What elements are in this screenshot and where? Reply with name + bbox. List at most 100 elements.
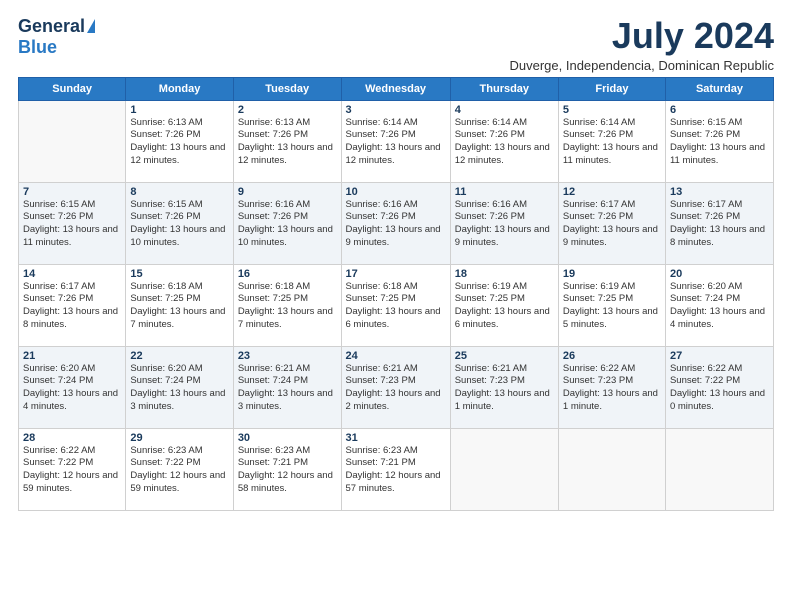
table-row: 31Sunrise: 6:23 AM Sunset: 7:21 PM Dayli… xyxy=(341,428,450,510)
logo-blue-text: Blue xyxy=(18,37,57,58)
day-info: Sunrise: 6:19 AM Sunset: 7:25 PM Dayligh… xyxy=(455,281,554,332)
day-info: Sunrise: 6:15 AM Sunset: 7:26 PM Dayligh… xyxy=(670,117,769,168)
day-number: 19 xyxy=(563,268,661,280)
location-subtitle: Duverge, Independencia, Dominican Republ… xyxy=(510,58,775,73)
col-sunday: Sunday xyxy=(19,77,126,100)
day-info: Sunrise: 6:13 AM Sunset: 7:26 PM Dayligh… xyxy=(238,117,337,168)
calendar-table: Sunday Monday Tuesday Wednesday Thursday… xyxy=(18,77,774,511)
day-number: 21 xyxy=(23,350,121,362)
day-info: Sunrise: 6:17 AM Sunset: 7:26 PM Dayligh… xyxy=(23,281,121,332)
table-row: 7Sunrise: 6:15 AM Sunset: 7:26 PM Daylig… xyxy=(19,182,126,264)
day-number: 16 xyxy=(238,268,337,280)
day-info: Sunrise: 6:22 AM Sunset: 7:22 PM Dayligh… xyxy=(23,445,121,496)
day-info: Sunrise: 6:21 AM Sunset: 7:23 PM Dayligh… xyxy=(455,363,554,414)
table-row: 18Sunrise: 6:19 AM Sunset: 7:25 PM Dayli… xyxy=(450,264,558,346)
table-row: 2Sunrise: 6:13 AM Sunset: 7:26 PM Daylig… xyxy=(233,100,341,182)
day-info: Sunrise: 6:21 AM Sunset: 7:23 PM Dayligh… xyxy=(346,363,446,414)
month-title: July 2024 xyxy=(510,16,775,56)
day-number: 18 xyxy=(455,268,554,280)
table-row: 23Sunrise: 6:21 AM Sunset: 7:24 PM Dayli… xyxy=(233,346,341,428)
calendar-week-row: 7Sunrise: 6:15 AM Sunset: 7:26 PM Daylig… xyxy=(19,182,774,264)
table-row: 12Sunrise: 6:17 AM Sunset: 7:26 PM Dayli… xyxy=(558,182,665,264)
table-row: 9Sunrise: 6:16 AM Sunset: 7:26 PM Daylig… xyxy=(233,182,341,264)
day-info: Sunrise: 6:18 AM Sunset: 7:25 PM Dayligh… xyxy=(238,281,337,332)
day-number: 2 xyxy=(238,104,337,116)
day-number: 9 xyxy=(238,186,337,198)
table-row: 17Sunrise: 6:18 AM Sunset: 7:25 PM Dayli… xyxy=(341,264,450,346)
title-block: July 2024 Duverge, Independencia, Domini… xyxy=(510,16,775,73)
day-info: Sunrise: 6:14 AM Sunset: 7:26 PM Dayligh… xyxy=(563,117,661,168)
day-number: 20 xyxy=(670,268,769,280)
table-row: 6Sunrise: 6:15 AM Sunset: 7:26 PM Daylig… xyxy=(665,100,773,182)
day-info: Sunrise: 6:16 AM Sunset: 7:26 PM Dayligh… xyxy=(346,199,446,250)
calendar-week-row: 1Sunrise: 6:13 AM Sunset: 7:26 PM Daylig… xyxy=(19,100,774,182)
table-row: 5Sunrise: 6:14 AM Sunset: 7:26 PM Daylig… xyxy=(558,100,665,182)
day-number: 4 xyxy=(455,104,554,116)
logo: General Blue xyxy=(18,16,95,58)
day-number: 23 xyxy=(238,350,337,362)
col-wednesday: Wednesday xyxy=(341,77,450,100)
logo-triangle-icon xyxy=(87,19,95,33)
table-row: 10Sunrise: 6:16 AM Sunset: 7:26 PM Dayli… xyxy=(341,182,450,264)
day-info: Sunrise: 6:23 AM Sunset: 7:22 PM Dayligh… xyxy=(130,445,228,496)
col-monday: Monday xyxy=(126,77,233,100)
table-row: 29Sunrise: 6:23 AM Sunset: 7:22 PM Dayli… xyxy=(126,428,233,510)
table-row xyxy=(19,100,126,182)
header: General Blue July 2024 Duverge, Independ… xyxy=(18,16,774,73)
table-row: 22Sunrise: 6:20 AM Sunset: 7:24 PM Dayli… xyxy=(126,346,233,428)
table-row: 13Sunrise: 6:17 AM Sunset: 7:26 PM Dayli… xyxy=(665,182,773,264)
col-tuesday: Tuesday xyxy=(233,77,341,100)
day-number: 31 xyxy=(346,432,446,444)
col-saturday: Saturday xyxy=(665,77,773,100)
day-info: Sunrise: 6:20 AM Sunset: 7:24 PM Dayligh… xyxy=(23,363,121,414)
day-info: Sunrise: 6:14 AM Sunset: 7:26 PM Dayligh… xyxy=(346,117,446,168)
day-info: Sunrise: 6:15 AM Sunset: 7:26 PM Dayligh… xyxy=(23,199,121,250)
day-number: 5 xyxy=(563,104,661,116)
logo-general-text: General xyxy=(18,16,85,37)
table-row xyxy=(665,428,773,510)
table-row: 30Sunrise: 6:23 AM Sunset: 7:21 PM Dayli… xyxy=(233,428,341,510)
day-info: Sunrise: 6:16 AM Sunset: 7:26 PM Dayligh… xyxy=(238,199,337,250)
day-number: 6 xyxy=(670,104,769,116)
day-number: 1 xyxy=(130,104,228,116)
table-row xyxy=(450,428,558,510)
day-number: 25 xyxy=(455,350,554,362)
calendar-week-row: 28Sunrise: 6:22 AM Sunset: 7:22 PM Dayli… xyxy=(19,428,774,510)
day-info: Sunrise: 6:15 AM Sunset: 7:26 PM Dayligh… xyxy=(130,199,228,250)
calendar-header-row: Sunday Monday Tuesday Wednesday Thursday… xyxy=(19,77,774,100)
day-info: Sunrise: 6:16 AM Sunset: 7:26 PM Dayligh… xyxy=(455,199,554,250)
day-info: Sunrise: 6:20 AM Sunset: 7:24 PM Dayligh… xyxy=(670,281,769,332)
table-row: 26Sunrise: 6:22 AM Sunset: 7:23 PM Dayli… xyxy=(558,346,665,428)
table-row: 4Sunrise: 6:14 AM Sunset: 7:26 PM Daylig… xyxy=(450,100,558,182)
day-number: 11 xyxy=(455,186,554,198)
day-number: 15 xyxy=(130,268,228,280)
day-info: Sunrise: 6:17 AM Sunset: 7:26 PM Dayligh… xyxy=(563,199,661,250)
col-friday: Friday xyxy=(558,77,665,100)
day-number: 26 xyxy=(563,350,661,362)
day-number: 14 xyxy=(23,268,121,280)
table-row: 21Sunrise: 6:20 AM Sunset: 7:24 PM Dayli… xyxy=(19,346,126,428)
day-info: Sunrise: 6:23 AM Sunset: 7:21 PM Dayligh… xyxy=(238,445,337,496)
table-row: 16Sunrise: 6:18 AM Sunset: 7:25 PM Dayli… xyxy=(233,264,341,346)
table-row: 3Sunrise: 6:14 AM Sunset: 7:26 PM Daylig… xyxy=(341,100,450,182)
day-number: 28 xyxy=(23,432,121,444)
day-number: 24 xyxy=(346,350,446,362)
table-row: 19Sunrise: 6:19 AM Sunset: 7:25 PM Dayli… xyxy=(558,264,665,346)
day-number: 12 xyxy=(563,186,661,198)
day-info: Sunrise: 6:22 AM Sunset: 7:23 PM Dayligh… xyxy=(563,363,661,414)
day-number: 30 xyxy=(238,432,337,444)
day-info: Sunrise: 6:13 AM Sunset: 7:26 PM Dayligh… xyxy=(130,117,228,168)
day-number: 10 xyxy=(346,186,446,198)
day-info: Sunrise: 6:18 AM Sunset: 7:25 PM Dayligh… xyxy=(130,281,228,332)
page: General Blue July 2024 Duverge, Independ… xyxy=(0,0,792,612)
day-info: Sunrise: 6:23 AM Sunset: 7:21 PM Dayligh… xyxy=(346,445,446,496)
day-number: 17 xyxy=(346,268,446,280)
day-info: Sunrise: 6:20 AM Sunset: 7:24 PM Dayligh… xyxy=(130,363,228,414)
table-row: 25Sunrise: 6:21 AM Sunset: 7:23 PM Dayli… xyxy=(450,346,558,428)
day-number: 8 xyxy=(130,186,228,198)
table-row: 20Sunrise: 6:20 AM Sunset: 7:24 PM Dayli… xyxy=(665,264,773,346)
day-info: Sunrise: 6:21 AM Sunset: 7:24 PM Dayligh… xyxy=(238,363,337,414)
col-thursday: Thursday xyxy=(450,77,558,100)
day-info: Sunrise: 6:18 AM Sunset: 7:25 PM Dayligh… xyxy=(346,281,446,332)
calendar-week-row: 14Sunrise: 6:17 AM Sunset: 7:26 PM Dayli… xyxy=(19,264,774,346)
